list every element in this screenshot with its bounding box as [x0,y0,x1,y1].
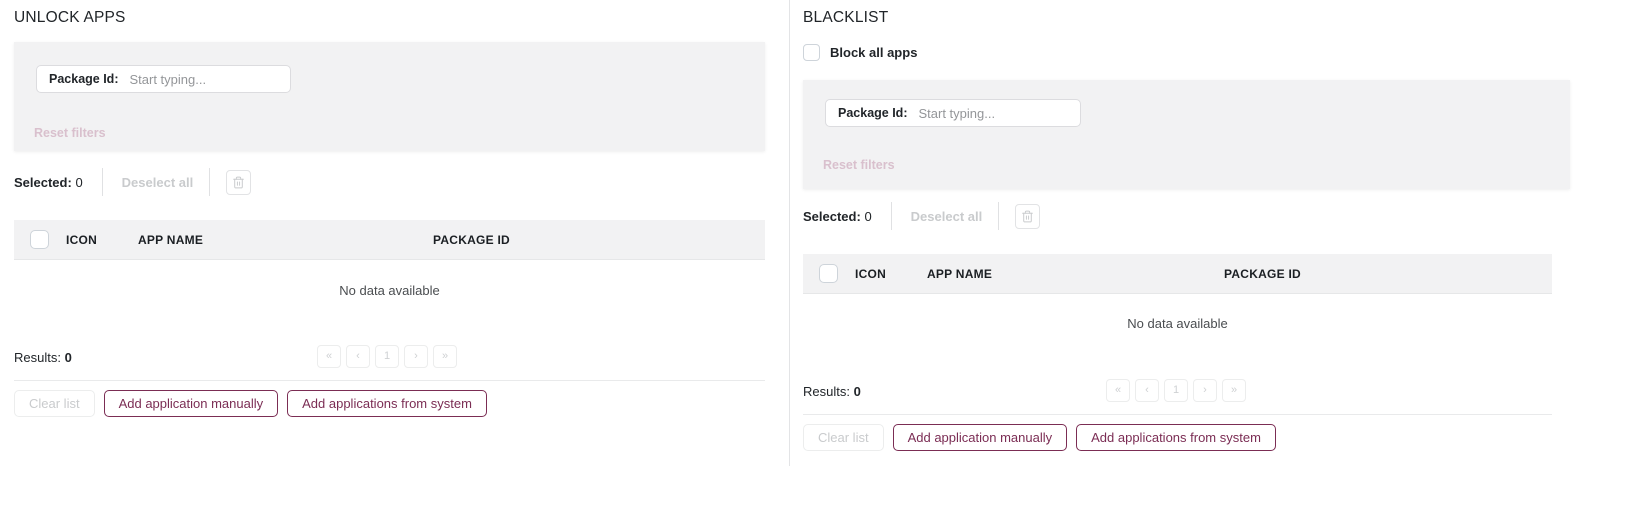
add-applications-from-system-button-unlock[interactable]: Add applications from system [287,390,487,417]
results-label: Results: [803,384,850,399]
results-label: Results: [14,350,61,365]
package-id-placeholder: Start typing... [129,71,207,87]
toolbar-divider-2 [998,202,1000,230]
package-id-placeholder: Start typing... [918,105,996,121]
add-application-manually-button-blacklist[interactable]: Add application manually [892,424,1068,451]
deselect-all-button-unlock[interactable]: Deselect all [122,175,194,190]
footer-divider-blacklist [803,414,1552,415]
results-value: 0 [64,350,72,365]
footer-actions-blacklist: Clear list Add application manually Add … [803,424,1276,451]
page-title-unlock-apps: UNLOCK APPS [14,9,126,26]
selection-toolbar-unlock: Selected: 0 Deselect all [14,165,252,199]
app-config-page: UNLOCK APPS Package Id: Start typing... … [0,0,1630,511]
empty-state-message-blacklist: No data available [1127,316,1228,331]
selected-value: 0 [864,208,872,224]
blacklist-filter-box: Package Id: Start typing... Reset filter… [803,80,1570,189]
results-count-unlock: Results: 0 [14,350,72,365]
block-all-apps-checkbox-row[interactable]: Block all apps [803,44,917,61]
toolbar-divider-1 [890,202,892,230]
pagination-blacklist: « ‹ 1 › » [1106,379,1246,402]
delete-selected-button-blacklist[interactable] [1015,203,1041,229]
block-all-apps-checkbox[interactable] [803,44,820,61]
package-id-field-blacklist[interactable]: Package Id: Start typing... [825,99,1081,127]
pagination-page-1-button[interactable]: 1 [375,345,399,368]
toolbar-divider-2 [209,168,211,196]
pagination-next-button[interactable]: › [1193,379,1217,402]
selection-toolbar-blacklist: Selected: 0 Deselect all [803,199,1041,233]
selected-count-blacklist: Selected: 0 [803,209,872,224]
pagination-first-button[interactable]: « [317,345,341,368]
results-count-blacklist: Results: 0 [803,384,861,399]
pagination-next-button[interactable]: › [404,345,428,368]
add-application-manually-button-unlock[interactable]: Add application manually [103,390,279,417]
page-title-blacklist: BLACKLIST [803,9,889,26]
select-all-checkbox-unlock[interactable] [14,230,66,249]
package-id-label: Package Id: [49,72,119,86]
selected-label: Selected: [803,208,861,224]
unlock-apps-filter-box: Package Id: Start typing... Reset filter… [14,42,765,151]
clear-list-button-blacklist[interactable]: Clear list [803,424,884,451]
toolbar-divider-1 [101,168,103,196]
deselect-all-button-blacklist[interactable]: Deselect all [911,209,983,224]
selected-value: 0 [75,174,83,190]
pagination-prev-button[interactable]: ‹ [1135,379,1159,402]
delete-selected-button-unlock[interactable] [226,169,252,195]
column-header-app-name[interactable]: APP NAME [138,233,433,247]
checkbox-box [819,264,838,283]
pagination-unlock: « ‹ 1 › » [317,345,457,368]
clear-list-button-unlock[interactable]: Clear list [14,390,95,417]
footer-divider-unlock [14,380,765,381]
pagination-first-button[interactable]: « [1106,379,1130,402]
column-header-package-id[interactable]: PACKAGE ID [1224,267,1301,281]
pagination-last-button[interactable]: » [433,345,457,368]
pagination-last-button[interactable]: » [1222,379,1246,402]
selected-count-unlock: Selected: 0 [14,175,83,190]
column-header-package-id[interactable]: PACKAGE ID [433,233,510,247]
pagination-prev-button[interactable]: ‹ [346,345,370,368]
apps-table-header-unlock: ICON APP NAME PACKAGE ID [14,220,765,260]
footer-actions-unlock: Clear list Add application manually Add … [14,390,487,417]
empty-state-message-unlock: No data available [339,283,440,298]
trash-icon [232,176,245,189]
column-header-app-name[interactable]: APP NAME [927,267,1224,281]
package-id-field-unlock[interactable]: Package Id: Start typing... [36,65,291,93]
reset-filters-link-unlock[interactable]: Reset filters [34,126,106,140]
checkbox-box [30,230,49,249]
pagination-page-1-button[interactable]: 1 [1164,379,1188,402]
reset-filters-link-blacklist[interactable]: Reset filters [823,158,895,172]
package-id-label: Package Id: [838,106,908,120]
panel-divider [789,0,790,466]
trash-icon [1021,210,1034,223]
results-value: 0 [853,384,861,399]
block-all-apps-label: Block all apps [830,45,918,60]
column-header-icon[interactable]: ICON [66,233,138,247]
select-all-checkbox-blacklist[interactable] [803,264,855,283]
apps-table-header-blacklist: ICON APP NAME PACKAGE ID [803,254,1552,294]
column-header-icon[interactable]: ICON [855,267,927,281]
selected-label: Selected: [14,174,72,190]
add-applications-from-system-button-blacklist[interactable]: Add applications from system [1076,424,1276,451]
